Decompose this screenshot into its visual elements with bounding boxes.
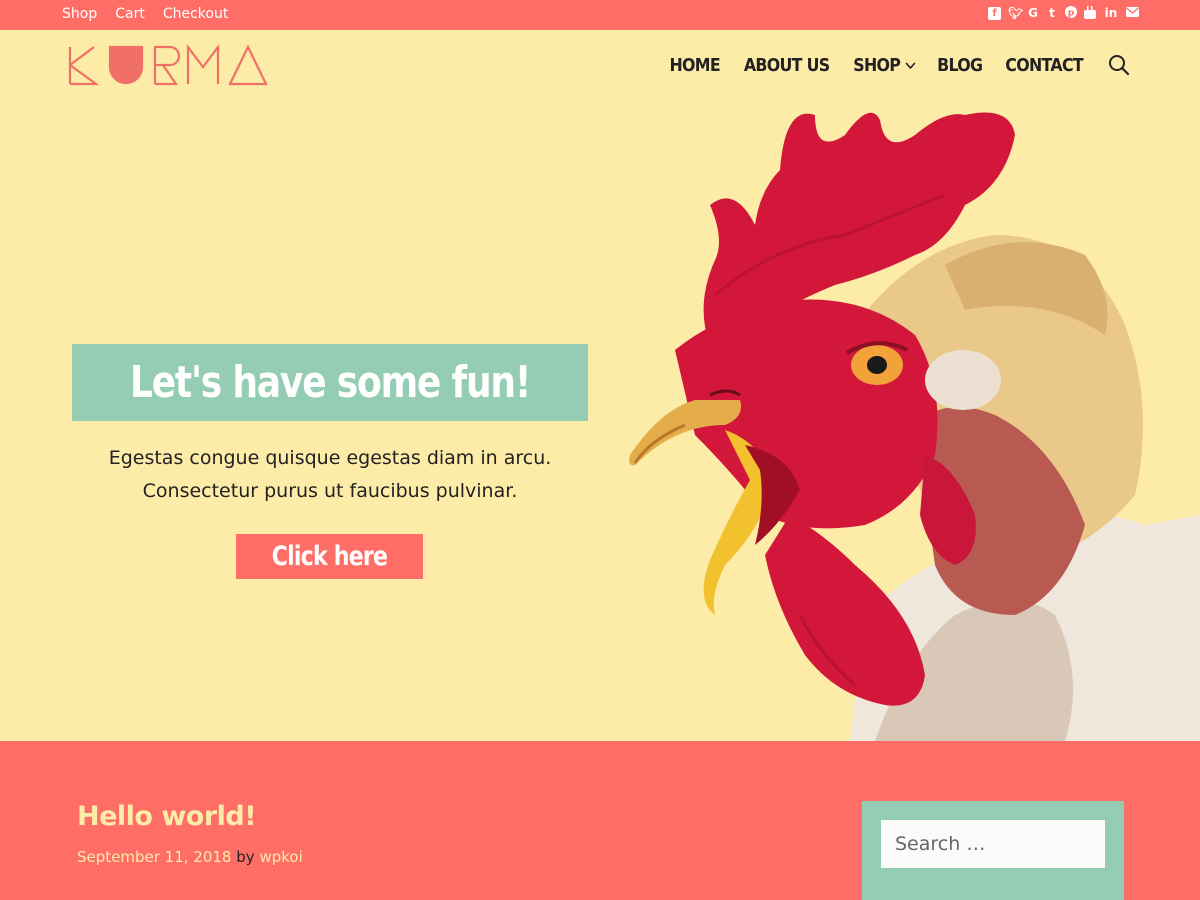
- hero-text: Egestas congue quisque egestas diam in a…: [72, 442, 588, 508]
- content-section: Hello world! September 11, 2018 by wpkoi: [0, 741, 1200, 900]
- top-bar: Shop Cart Checkout f 🐦︎ G t p in: [0, 0, 1200, 30]
- nav-about-us[interactable]: ABOUT US: [743, 55, 829, 76]
- tumblr-icon[interactable]: t: [1046, 6, 1058, 20]
- nav-shop-label: SHOP: [853, 54, 901, 76]
- hero-title-box: Let's have some fun!: [72, 344, 588, 421]
- svg-text:p: p: [1068, 9, 1075, 19]
- twitter-icon[interactable]: 🐦︎: [1008, 6, 1023, 20]
- chevron-down-icon: [905, 62, 916, 70]
- hero-text-line-2: Consectetur purus ut faucibus pulvinar.: [142, 480, 518, 502]
- nav-shop[interactable]: SHOP: [853, 55, 916, 76]
- linkedin-icon[interactable]: in: [1103, 6, 1119, 20]
- facebook-icon[interactable]: f: [988, 7, 1001, 20]
- youtube-icon[interactable]: [1084, 6, 1096, 20]
- email-icon[interactable]: [1126, 6, 1139, 20]
- nav-blog[interactable]: BLOG: [937, 54, 983, 76]
- post-meta: September 11, 2018 by wpkoi: [77, 848, 303, 866]
- pinterest-icon[interactable]: p: [1065, 6, 1077, 20]
- main-nav: HOME ABOUT US SHOP BLOG CONTACT: [666, 54, 1130, 76]
- site-logo[interactable]: [68, 43, 268, 87]
- nav-contact-label: CONTACT: [1005, 54, 1083, 76]
- top-links: Shop Cart Checkout: [62, 6, 228, 22]
- google-icon[interactable]: G: [1027, 6, 1039, 20]
- nav-about-us-label: ABOUT US: [743, 54, 830, 76]
- nav-contact[interactable]: CONTACT: [1005, 55, 1083, 76]
- post-author[interactable]: wpkoi: [259, 848, 302, 866]
- post-title[interactable]: Hello world!: [77, 801, 257, 832]
- search-icon[interactable]: [1108, 54, 1130, 76]
- nav-home-label: HOME: [669, 54, 721, 76]
- nav-home[interactable]: HOME: [669, 54, 721, 76]
- post-by-label: by: [236, 848, 255, 866]
- nav-blog-label: BLOG: [937, 54, 983, 76]
- top-link-shop[interactable]: Shop: [62, 6, 97, 22]
- search-input[interactable]: [881, 820, 1105, 868]
- top-link-cart[interactable]: Cart: [115, 6, 145, 22]
- click-here-button[interactable]: Click here: [236, 534, 423, 579]
- hero-title: Let's have some fun!: [129, 357, 531, 408]
- top-link-checkout[interactable]: Checkout: [163, 6, 229, 22]
- rooster-image: [629, 112, 1200, 741]
- social-icons: f 🐦︎ G t p in: [988, 6, 1139, 20]
- search-widget: [862, 801, 1124, 900]
- click-here-label: Click here: [271, 541, 388, 572]
- hero-text-line-1: Egestas congue quisque egestas diam in a…: [108, 447, 552, 469]
- post-date[interactable]: September 11, 2018: [77, 848, 231, 866]
